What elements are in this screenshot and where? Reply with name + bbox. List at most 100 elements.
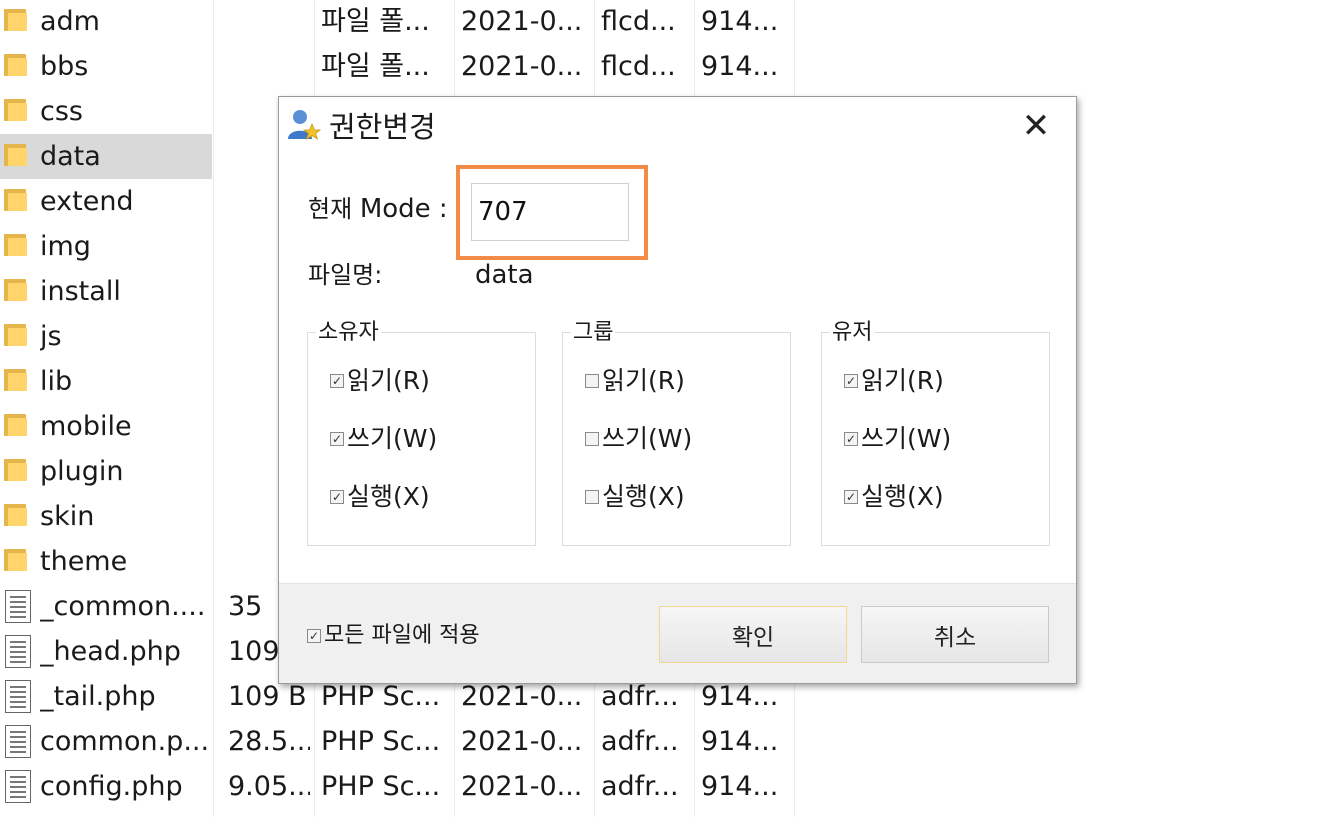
dialog-title: 권한변경 — [329, 110, 436, 144]
file-name: _head.php — [40, 636, 181, 667]
mode-label: 현재 Mode : — [308, 194, 448, 224]
file-size: 28.5... — [228, 726, 310, 757]
owner-group: 소유자 ✓ 읽기(R) ✓ 쓰기(W) ✓ 실행(X) — [307, 320, 536, 546]
file-owner: adfr... — [601, 726, 679, 757]
checkbox-icon: ✓ — [330, 432, 344, 446]
file-icon — [5, 635, 31, 668]
group-group-title: 그룹 — [571, 320, 616, 346]
file-row[interactable]: config.php 9.05... PHP Sc... 2021-0... adfr.… — [0, 764, 795, 809]
folder-icon — [4, 369, 28, 391]
user-permission-icon — [288, 110, 321, 140]
close-icon[interactable]: ✕ — [1018, 109, 1054, 145]
file-name: common.p... — [40, 726, 208, 757]
owner-write-checkbox[interactable]: ✓ 쓰기(W) — [330, 424, 437, 454]
file-name: css — [40, 96, 83, 127]
file-size — [228, 0, 310, 44]
mode-label-en: Mode : — [359, 194, 448, 224]
checkbox-label: 실행(X) — [602, 482, 685, 511]
folder-icon — [4, 459, 28, 481]
folder-icon — [4, 99, 28, 121]
checkbox-label: 읽기(R) — [602, 366, 685, 395]
file-row[interactable]: common.p... 28.5... PHP Sc... 2021-0... adfr… — [0, 719, 795, 764]
owner-exec-checkbox[interactable]: ✓ 실행(X) — [330, 482, 430, 512]
file-name: data — [40, 141, 101, 172]
file-name: _tail.php — [40, 681, 156, 712]
checkbox-label: 쓰기(W) — [347, 424, 438, 453]
file-name: extend — [40, 186, 134, 217]
file-name: plugin — [40, 456, 124, 487]
checkbox-label: 쓰기(W) — [861, 424, 952, 453]
file-name: install — [40, 276, 121, 307]
file-type: PHP Sc... — [321, 726, 441, 757]
file-name: config.php — [40, 771, 183, 802]
file-owner: flcd... — [601, 51, 676, 82]
file-permission: 914... — [701, 51, 779, 82]
file-row[interactable]: bbs 파일 폴... 2021-0... flcd... 914... — [0, 44, 795, 89]
file-date: 2021-0... — [461, 726, 583, 757]
checkbox-icon — [585, 374, 599, 388]
mode-input[interactable] — [471, 183, 629, 241]
folder-icon — [4, 9, 28, 31]
folder-icon — [4, 279, 28, 301]
folder-icon — [4, 144, 28, 166]
user-group-title: 유저 — [830, 320, 875, 346]
checkbox-label: 쓰기(W) — [602, 424, 693, 453]
file-name: lib — [40, 366, 73, 397]
checkbox-label: 읽기(R) — [861, 366, 944, 395]
apply-all-label: 모든 파일에 적용 — [324, 623, 480, 648]
cancel-button[interactable]: 취소 — [861, 606, 1049, 663]
permission-dialog: 권한변경 ✕ 현재 Mode : 파일명: data 소유자 ✓ 읽기(R) ✓… — [278, 96, 1077, 684]
file-name: img — [40, 231, 91, 262]
checkbox-label: 실행(X) — [347, 482, 430, 511]
checkbox-icon: ✓ — [844, 490, 858, 504]
file-icon — [5, 725, 31, 758]
file-date: 2021-0... — [461, 771, 583, 802]
filename-label: 파일명: — [308, 261, 383, 289]
file-name: adm — [40, 6, 100, 37]
file-permission: 914... — [701, 771, 779, 802]
folder-icon — [4, 414, 28, 436]
owner-group-title: 소유자 — [316, 320, 381, 346]
file-name: js — [40, 321, 62, 352]
file-type: 파일 폴... — [321, 51, 430, 82]
apply-all-checkbox[interactable]: ✓ 모든 파일에 적용 — [307, 622, 480, 650]
checkbox-icon: ✓ — [330, 490, 344, 504]
owner-read-checkbox[interactable]: ✓ 읽기(R) — [330, 366, 430, 396]
user-exec-checkbox[interactable]: ✓ 실행(X) — [844, 482, 944, 512]
file-icon — [5, 680, 31, 713]
folder-icon — [4, 54, 28, 76]
file-name: skin — [40, 501, 95, 532]
file-size — [228, 44, 310, 89]
ok-button[interactable]: 확인 — [659, 606, 847, 663]
file-name: theme — [40, 546, 128, 577]
folder-icon — [4, 234, 28, 256]
filename-value: data — [475, 260, 534, 290]
checkbox-icon: ✓ — [844, 374, 858, 388]
user-read-checkbox[interactable]: ✓ 읽기(R) — [844, 366, 944, 396]
checkbox-icon: ✓ — [844, 432, 858, 446]
checkbox-icon — [585, 432, 599, 446]
file-size: 9.05... — [228, 771, 310, 802]
mode-label-ko: 현재 — [308, 195, 353, 223]
checkbox-icon: ✓ — [307, 629, 321, 643]
file-row[interactable]: adm 파일 폴... 2021-0... flcd... 914... — [0, 0, 795, 44]
group-group: 그룹 읽기(R) 쓰기(W) 실행(X) — [562, 320, 791, 546]
user-group: 유저 ✓ 읽기(R) ✓ 쓰기(W) ✓ 실행(X) — [821, 320, 1050, 546]
file-name: _common.... — [40, 591, 206, 622]
file-date: 2021-0... — [461, 51, 583, 82]
folder-icon — [4, 189, 28, 211]
file-type: 파일 폴... — [321, 6, 430, 37]
group-exec-checkbox[interactable]: 실행(X) — [585, 482, 685, 512]
checkbox-icon: ✓ — [330, 374, 344, 388]
group-write-checkbox[interactable]: 쓰기(W) — [585, 424, 692, 454]
group-read-checkbox[interactable]: 읽기(R) — [585, 366, 685, 396]
file-name: bbs — [40, 51, 89, 82]
checkbox-label: 읽기(R) — [347, 366, 430, 395]
file-owner: adfr... — [601, 771, 679, 802]
checkbox-label: 실행(X) — [861, 482, 944, 511]
file-owner: flcd... — [601, 6, 676, 37]
file-type: PHP Sc... — [321, 771, 441, 802]
user-write-checkbox[interactable]: ✓ 쓰기(W) — [844, 424, 951, 454]
file-icon — [5, 590, 31, 623]
folder-icon — [4, 504, 28, 526]
